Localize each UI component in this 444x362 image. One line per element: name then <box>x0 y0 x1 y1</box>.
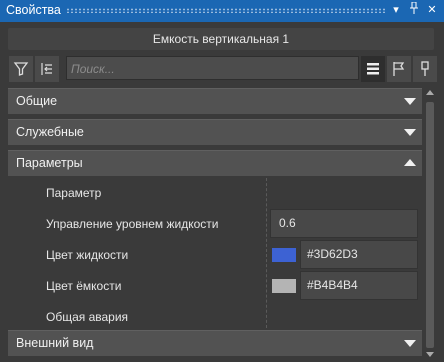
group-appearance[interactable]: Внешний вид <box>8 330 422 356</box>
window-title: Свойства <box>6 3 61 17</box>
close-icon[interactable]: ✕ <box>424 2 440 18</box>
properties-panel: Емкость вертикальная 1 Поиск... Общие Сл… <box>0 22 444 362</box>
param-header: Параметр <box>46 186 102 200</box>
level-value-input[interactable]: 0.6 <box>270 209 418 238</box>
pin-icon <box>421 61 429 76</box>
scrollbar-thumb[interactable] <box>426 102 434 348</box>
object-name: Емкость вертикальная 1 <box>8 28 434 50</box>
scrollbar[interactable] <box>424 88 436 362</box>
group-label: Параметры <box>16 156 83 170</box>
param-name: Общая авария <box>46 310 129 324</box>
pin-icon[interactable] <box>406 1 422 18</box>
param-name: Цвет жидкости <box>46 248 129 262</box>
group-label: Внешний вид <box>16 336 94 350</box>
param-name: Цвет ёмкости <box>46 279 122 293</box>
group-parameters[interactable]: Параметры <box>8 150 422 176</box>
liquid-color-input[interactable]: #3D62D3 <box>300 240 418 269</box>
param-header-row: Параметр <box>8 177 422 208</box>
group-general[interactable]: Общие <box>8 88 422 114</box>
tank-color-swatch[interactable] <box>272 279 296 293</box>
dropdown-icon[interactable]: ▾ <box>388 2 404 18</box>
property-list: Общие Служебные Параметры Параметр Управ… <box>8 88 422 362</box>
param-row: Цвет ёмкости #B4B4B4 <box>8 270 422 301</box>
collapse-icon <box>41 63 52 75</box>
chevron-down-icon[interactable] <box>404 340 416 347</box>
pin-button[interactable] <box>412 55 438 83</box>
collapse-button[interactable] <box>34 55 60 83</box>
events-button[interactable] <box>386 55 412 83</box>
scroll-down-icon[interactable] <box>426 352 434 357</box>
toolbar: Поиск... <box>8 55 438 83</box>
param-row: Общая авария <box>8 301 422 332</box>
search-input[interactable]: Поиск... <box>66 56 359 80</box>
chevron-up-icon[interactable] <box>404 159 416 166</box>
scroll-up-icon[interactable] <box>426 90 434 95</box>
window-titlebar[interactable]: Свойства ▾ ✕ <box>0 0 444 22</box>
flag-icon <box>393 62 405 76</box>
filter-icon <box>13 62 29 76</box>
list-view-icon <box>367 63 379 75</box>
group-service[interactable]: Служебные <box>8 119 422 145</box>
param-row: Цвет жидкости #3D62D3 <box>8 239 422 270</box>
param-name: Управление уровнем жидкости <box>46 217 219 231</box>
group-label: Общие <box>16 94 58 108</box>
filter-button[interactable] <box>8 55 34 83</box>
param-row: Управление уровнем жидкости 0.6 <box>8 208 422 239</box>
liquid-color-swatch[interactable] <box>272 248 296 262</box>
group-label: Служебные <box>16 125 84 139</box>
tank-color-input[interactable]: #B4B4B4 <box>300 271 418 300</box>
list-view-button[interactable] <box>360 55 386 83</box>
chevron-down-icon[interactable] <box>404 98 416 105</box>
titlebar-grip[interactable] <box>66 8 386 13</box>
chevron-down-icon[interactable] <box>404 129 416 136</box>
